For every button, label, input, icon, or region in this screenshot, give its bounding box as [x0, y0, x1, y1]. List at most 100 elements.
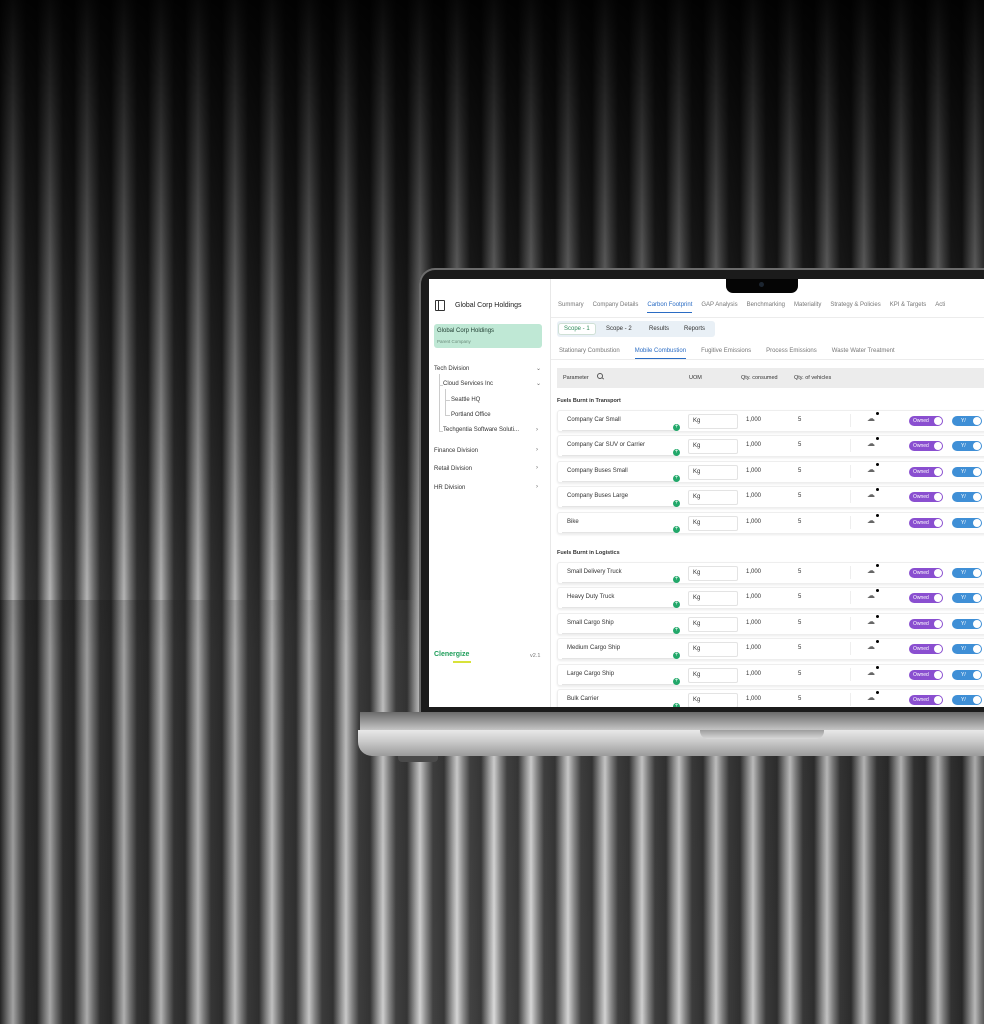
plus-icon[interactable]: + — [673, 576, 680, 583]
uom-select[interactable]: Kg — [688, 642, 738, 658]
tree-item-retail-division[interactable]: Retail Division — [434, 466, 472, 472]
plus-icon[interactable]: + — [673, 500, 680, 508]
ownership-toggle[interactable]: Owned — [909, 695, 943, 705]
ownership-toggle[interactable]: Owned — [909, 416, 943, 426]
ownership-toggle[interactable]: Owned — [909, 593, 943, 604]
scope-1-button[interactable]: Scope - 1 — [559, 324, 595, 334]
plus-icon[interactable]: + — [673, 424, 680, 431]
company-card[interactable]: Global Corp Holdings Parent Company — [434, 324, 542, 348]
chevron-right-icon[interactable]: › — [536, 465, 538, 471]
yes-no-toggle[interactable]: Y/ — [952, 695, 982, 705]
uom-select[interactable]: Kg — [688, 566, 738, 581]
tree-item-finance-division[interactable]: Finance Division — [434, 448, 478, 454]
tree-item-tech-division[interactable]: Tech Division — [434, 366, 469, 372]
uom-select[interactable]: Kg — [688, 591, 738, 607]
plus-icon[interactable]: + — [673, 626, 680, 634]
plus-icon[interactable]: + — [673, 677, 680, 685]
yes-no-toggle[interactable]: Y/ — [952, 492, 982, 503]
yes-no-toggle[interactable]: Y/ — [952, 416, 982, 426]
panel-icon[interactable] — [435, 300, 445, 311]
subtab-mobile-combustion[interactable]: Mobile Combustion — [634, 348, 687, 359]
search-icon[interactable] — [597, 373, 603, 379]
chevron-down-icon[interactable]: ⌄ — [536, 380, 541, 387]
qty-consumed-value[interactable]: 1,000 — [746, 645, 761, 651]
yes-no-toggle[interactable]: Y/ — [952, 618, 982, 629]
yes-no-toggle[interactable]: Y/ — [952, 517, 982, 528]
tab-company-details[interactable]: Company Details — [593, 302, 639, 312]
chevron-right-icon[interactable]: › — [536, 484, 538, 490]
plus-icon[interactable]: + — [673, 474, 680, 482]
uom-select[interactable]: Kg — [688, 414, 738, 429]
cloud-upload-icon[interactable] — [867, 642, 875, 651]
subtab-stationary-combustion[interactable]: Stationary Combustion — [559, 348, 620, 358]
subtab-waste-water-treatment[interactable]: Waste Water Treatment — [832, 348, 895, 358]
cloud-upload-icon[interactable] — [867, 465, 875, 474]
ownership-toggle[interactable]: Owned — [909, 644, 943, 655]
tab-actions[interactable]: Acti — [935, 302, 945, 312]
qty-consumed-value[interactable]: 1,000 — [746, 569, 761, 575]
tab-kpi-targets[interactable]: KPI & Targets — [890, 302, 927, 312]
ownership-toggle[interactable]: Owned — [909, 441, 943, 452]
qty-consumed-value[interactable]: 1,000 — [746, 594, 761, 600]
yes-no-toggle[interactable]: Y/ — [952, 669, 982, 680]
chevron-down-icon[interactable]: ⌄ — [536, 365, 541, 372]
ownership-toggle[interactable]: Owned — [909, 466, 943, 477]
tree-item-hr-division[interactable]: HR Division — [434, 485, 465, 491]
ownership-toggle[interactable]: Owned — [909, 492, 943, 503]
uom-select[interactable]: Kg — [688, 464, 738, 480]
tab-carbon-footprint[interactable]: Carbon Footprint — [647, 302, 693, 313]
ownership-toggle[interactable]: Owned — [909, 618, 943, 629]
scope-2-button[interactable]: Scope - 2 — [601, 324, 637, 334]
tab-summary[interactable]: Summary — [558, 302, 584, 312]
yes-no-toggle[interactable]: Y/ — [952, 568, 982, 578]
qty-consumed-value[interactable]: 1,000 — [746, 620, 761, 626]
qty-consumed-value[interactable]: 1,000 — [746, 671, 761, 677]
plus-icon[interactable]: + — [673, 601, 680, 609]
qty-consumed-value[interactable]: 1,000 — [746, 442, 761, 448]
uom-select[interactable]: Kg — [688, 693, 738, 707]
reports-button[interactable]: Reports — [679, 324, 710, 334]
ownership-toggle[interactable]: Owned — [909, 517, 943, 528]
qty-consumed-value[interactable]: 1,000 — [746, 493, 761, 499]
tree-item-portland-office[interactable]: Portland Office — [451, 412, 491, 418]
tree-item-cloud-services[interactable]: Cloud Services Inc — [443, 381, 493, 387]
tree-item-seattle-hq[interactable]: Seattle HQ — [451, 397, 480, 403]
yes-no-toggle[interactable]: Y/ — [952, 441, 982, 452]
cloud-upload-icon[interactable] — [867, 591, 875, 600]
uom-select[interactable]: Kg — [688, 439, 738, 455]
cloud-upload-icon[interactable] — [867, 617, 875, 626]
cloud-upload-icon[interactable] — [867, 439, 875, 448]
uom-select[interactable]: Kg — [688, 667, 738, 683]
tab-strategy-policies[interactable]: Strategy & Policies — [830, 302, 880, 312]
cloud-upload-icon[interactable] — [867, 566, 875, 575]
tab-gap-analysis[interactable]: GAP Analysis — [701, 302, 737, 312]
qty-consumed-value[interactable]: 1,000 — [746, 696, 761, 702]
chevron-right-icon[interactable]: › — [536, 427, 538, 433]
cloud-upload-icon[interactable] — [867, 668, 875, 677]
cloud-upload-icon[interactable] — [867, 414, 875, 423]
qty-consumed-value[interactable]: 1,000 — [746, 519, 761, 525]
subtab-process-emissions[interactable]: Process Emissions — [766, 348, 817, 358]
cloud-upload-icon[interactable] — [867, 490, 875, 499]
yes-no-toggle[interactable]: Y/ — [952, 466, 982, 477]
ownership-toggle[interactable]: Owned — [909, 568, 943, 578]
uom-select[interactable]: Kg — [688, 616, 738, 632]
qty-consumed-value[interactable]: 1,000 — [746, 468, 761, 474]
plus-icon[interactable]: + — [673, 449, 680, 457]
tab-benchmarking[interactable]: Benchmarking — [747, 302, 785, 312]
tab-materiality[interactable]: Materiality — [794, 302, 821, 312]
plus-icon[interactable]: + — [673, 652, 680, 660]
yes-no-toggle[interactable]: Y/ — [952, 644, 982, 655]
yes-no-toggle[interactable]: Y/ — [952, 593, 982, 604]
uom-select[interactable]: Kg — [688, 490, 738, 506]
plus-icon[interactable]: + — [673, 525, 680, 533]
results-button[interactable]: Results — [644, 324, 674, 334]
cloud-upload-icon[interactable] — [867, 693, 875, 702]
uom-select[interactable]: Kg — [688, 515, 738, 531]
tree-item-techgentia[interactable]: Techgentia Software Soluti... — [443, 427, 519, 433]
qty-consumed-value[interactable]: 1,000 — [746, 417, 761, 423]
chevron-right-icon[interactable]: › — [536, 447, 538, 453]
ownership-toggle[interactable]: Owned — [909, 669, 943, 680]
cloud-upload-icon[interactable] — [867, 516, 875, 525]
plus-icon[interactable]: + — [673, 703, 680, 707]
